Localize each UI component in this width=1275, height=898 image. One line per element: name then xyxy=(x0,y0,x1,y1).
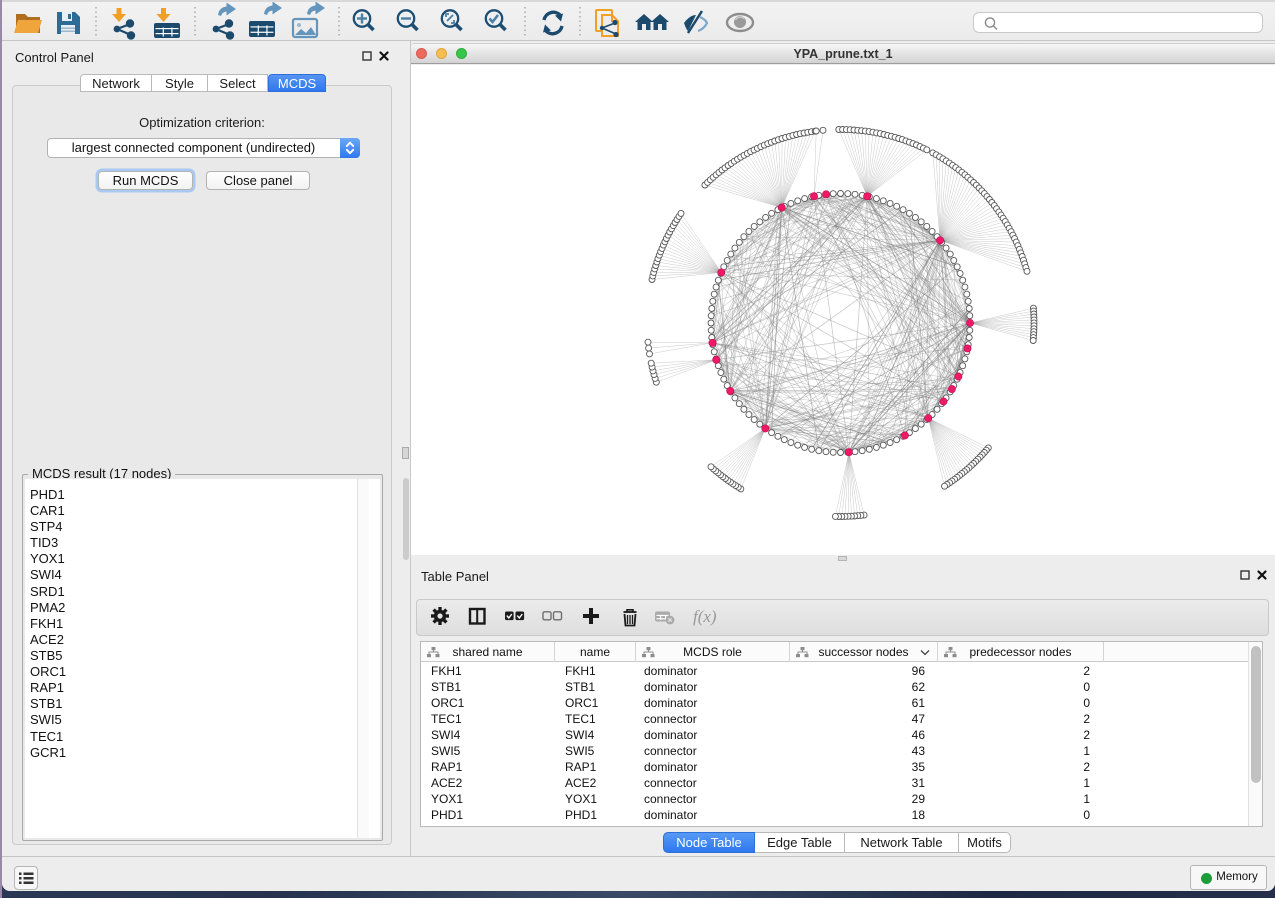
svg-text:f(x): f(x) xyxy=(693,607,717,626)
